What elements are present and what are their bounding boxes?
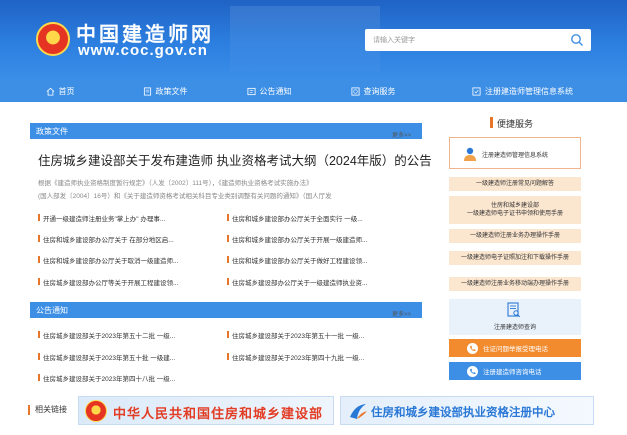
- mohurd-banner-link[interactable]: 中华人民共和国住房和城乡建设部: [78, 396, 334, 425]
- policy-item[interactable]: 住房和城乡建设部办公厅关于 在部分地区启...: [38, 234, 174, 244]
- notice-item[interactable]: 住房城乡建设部关于2023年第五十一批 一级...: [227, 330, 364, 340]
- notice-item[interactable]: 住房城乡建设部关于2023年第五十批 一级建...: [38, 352, 175, 362]
- phone-icon: [467, 365, 478, 377]
- nav-label: 政策文件: [155, 86, 188, 96]
- policy-item[interactable]: 住房和城乡建设部办公厅关于全面实行 一级...: [227, 213, 363, 223]
- home-icon: [46, 87, 54, 96]
- registered-builder-query-tile[interactable]: 注册建造师查询: [449, 299, 581, 335]
- complaint-hotline-label: 住证问题举报受理电话: [483, 346, 548, 353]
- notice-section-header: 公告通知: [30, 302, 422, 318]
- registration-center-banner-link[interactable]: 住房和城乡建设部执业资格注册中心: [340, 396, 594, 425]
- registry-system-link[interactable]: 注册建造师管理信息系统: [449, 137, 581, 169]
- sidebar-registration-manual-button[interactable]: 一级建造师注册业务办理操作手册: [449, 229, 581, 243]
- policy-more-link[interactable]: 更多>>: [392, 130, 411, 139]
- consult-hotline-label: 注册建造师咨询电话: [483, 369, 542, 376]
- nav-home[interactable]: 首页: [0, 80, 120, 102]
- featured-headline[interactable]: 住房城乡建设部关于发布建造师 执业资格考试大纲（2024年版）的公告: [38, 150, 432, 169]
- complaint-hotline-button[interactable]: 住证问题举报受理电话: [449, 339, 581, 357]
- notice-section-title[interactable]: 公告通知: [36, 305, 68, 316]
- document-icon: [143, 86, 151, 96]
- sidebar-accent-bar: [490, 117, 493, 128]
- search-document-icon: [507, 302, 521, 318]
- search-icon[interactable]: [570, 33, 584, 47]
- system-icon: [472, 86, 481, 96]
- registration-center-banner-text: 住房和城乡建设部执业资格注册中心: [371, 407, 555, 419]
- nav-label: 注册建造师管理信息系统: [485, 86, 573, 96]
- national-emblem-icon: [85, 400, 107, 422]
- site-url: www.coc.gov.cn: [78, 42, 208, 59]
- nav-policy[interactable]: 政策文件: [120, 80, 210, 102]
- sidebar-faq-button[interactable]: 一级建造师注册常见问题解答: [449, 177, 581, 191]
- policy-section-title[interactable]: 政策文件: [36, 126, 68, 137]
- sidebar-mobile-manual-button[interactable]: 一级建造师注册业务移动端办理操作手册: [449, 277, 581, 291]
- policy-item[interactable]: 住房城乡建设部办公厅等关于开展工程建设领...: [38, 277, 178, 287]
- nav-label: 首页: [58, 86, 75, 96]
- national-emblem-logo[interactable]: [36, 22, 70, 56]
- consult-hotline-button[interactable]: 注册建造师咨询电话: [449, 362, 581, 380]
- mohurd-banner-text: 中华人民共和国住房和城乡建设部: [113, 406, 324, 421]
- nav-system[interactable]: 注册建造师管理信息系统: [418, 80, 627, 102]
- notice-item[interactable]: 住房城乡建设部关于2023年第四十九批 一级...: [227, 352, 364, 362]
- swirl-logo-icon: [350, 404, 367, 419]
- featured-summary-line2: (国人部发〔2004〕16号）和《关于建造师资格考试相关科目专业类别调整有关问题…: [38, 193, 332, 200]
- user-icon: [464, 147, 476, 161]
- related-links-label: 相关链接: [35, 405, 67, 414]
- nav-notice[interactable]: 公告通知: [210, 80, 328, 102]
- sidebar-e-license-manual-button[interactable]: 一级建造师电子证照加注和下载操作手册: [449, 251, 581, 265]
- nav-label: 查询服务: [363, 86, 396, 96]
- query-tile-label: 注册建造师查询: [493, 325, 536, 331]
- policy-item[interactable]: 住房和城乡建设部办公厅关于开展一级建造师...: [227, 234, 367, 244]
- nav-label: 公告通知: [259, 86, 292, 96]
- notice-more-link[interactable]: 更多>>: [392, 309, 411, 318]
- featured-summary: 根据《建造师执业资格制度暂行规定》（人发〔2002〕111号），《建造师执业资格…: [38, 180, 313, 187]
- nav-query[interactable]: 查询服务: [328, 80, 418, 102]
- policy-item[interactable]: 开通一级建造师注册业务"掌上办" 办理事...: [38, 213, 165, 223]
- query-icon: [350, 86, 360, 96]
- notice-item[interactable]: 住房城乡建设部关于2023年第五十二批 一级...: [38, 330, 175, 340]
- sidebar-title: 便捷服务: [497, 119, 534, 129]
- phone-icon: [467, 342, 478, 354]
- policy-section-header: 政策文件: [30, 123, 422, 139]
- search-box: [365, 29, 591, 51]
- policy-item[interactable]: 住房城乡建设部办公厅关于一级建造师执业资...: [227, 277, 367, 287]
- site-header: 中国建造师网 www.coc.gov.cn: [0, 0, 627, 80]
- notice-icon: [246, 87, 256, 95]
- main-nav: 首页 政策文件 公告通知 查询服务 注册建造师管理信息系统: [0, 80, 627, 102]
- search-input[interactable]: [373, 32, 553, 48]
- registry-system-label: 注册建造师管理信息系统: [482, 153, 549, 159]
- sidebar-e-certificate-manual-button[interactable]: 住房和城乡建设部 一级建造师电子证书申领和使用手册: [449, 196, 581, 224]
- notice-item[interactable]: 住房城乡建设部关于2023年第四十八批 一级...: [38, 373, 175, 383]
- related-accent-bar: [28, 405, 30, 415]
- policy-item[interactable]: 住房和城乡建设部办公厅关于做好工程建设领...: [227, 255, 367, 265]
- policy-item[interactable]: 住房和城乡建设部办公厅关于取消一级建造师...: [38, 255, 178, 265]
